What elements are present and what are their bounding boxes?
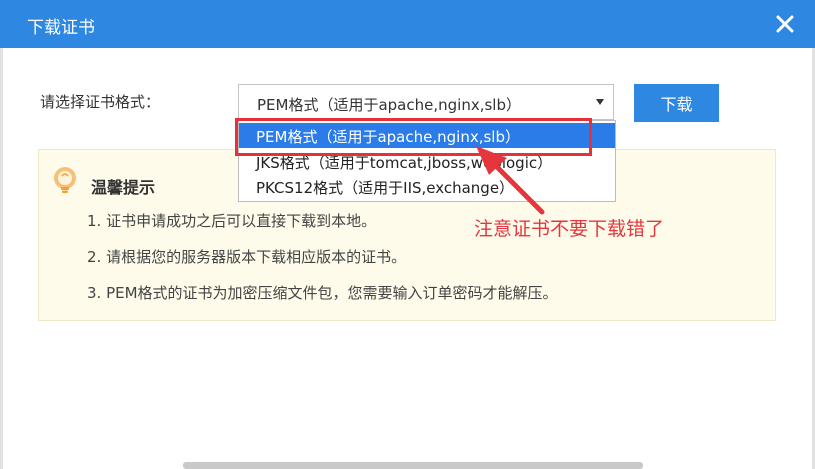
lightbulb-icon	[54, 167, 76, 193]
dialog-left-border	[0, 48, 3, 469]
download-button[interactable]: 下载	[634, 84, 719, 122]
tips-title: 温馨提示	[91, 178, 156, 197]
format-dropdown-list: PEM格式（适用于apache,nginx,slb） JKS格式（适用于tomc…	[238, 120, 616, 202]
dropdown-option-jks[interactable]: JKS格式（适用于tomcat,jboss,weblogic）	[239, 149, 615, 174]
annotation-text: 注意证书不要下载错了	[474, 218, 665, 240]
tip-item: 2. 请根据您的服务器版本下载相应版本的证书。	[87, 248, 407, 266]
dropdown-option-label: JKS格式（适用于tomcat,jboss,weblogic）	[256, 154, 553, 172]
tip-item: 3. PEM格式的证书为加密压缩文件包，您需要输入订单密码才能解压。	[87, 284, 558, 302]
tip-item: 1. 证书申请成功之后可以直接下载到本地。	[87, 212, 377, 230]
format-select[interactable]: PEM格式（适用于apache,nginx,slb）	[238, 84, 614, 120]
dropdown-option-pkcs12[interactable]: PKCS12格式（适用于IIS,exchange）	[239, 174, 615, 199]
dropdown-option-label: PKCS12格式（适用于IIS,exchange）	[256, 179, 515, 197]
dialog-titlebar: 下载证书	[0, 0, 815, 48]
caret-down-icon	[596, 99, 604, 105]
dropdown-option-label: PEM格式（适用于apache,nginx,slb）	[256, 128, 520, 146]
close-icon[interactable]	[773, 12, 797, 36]
format-label: 请选择证书格式：	[40, 93, 161, 111]
dropdown-option-pem[interactable]: PEM格式（适用于apache,nginx,slb）	[239, 123, 615, 148]
horizontal-scrollbar[interactable]	[183, 462, 643, 469]
dialog-title: 下载证书	[27, 18, 95, 38]
format-select-value: PEM格式（适用于apache,nginx,slb）	[257, 96, 521, 114]
